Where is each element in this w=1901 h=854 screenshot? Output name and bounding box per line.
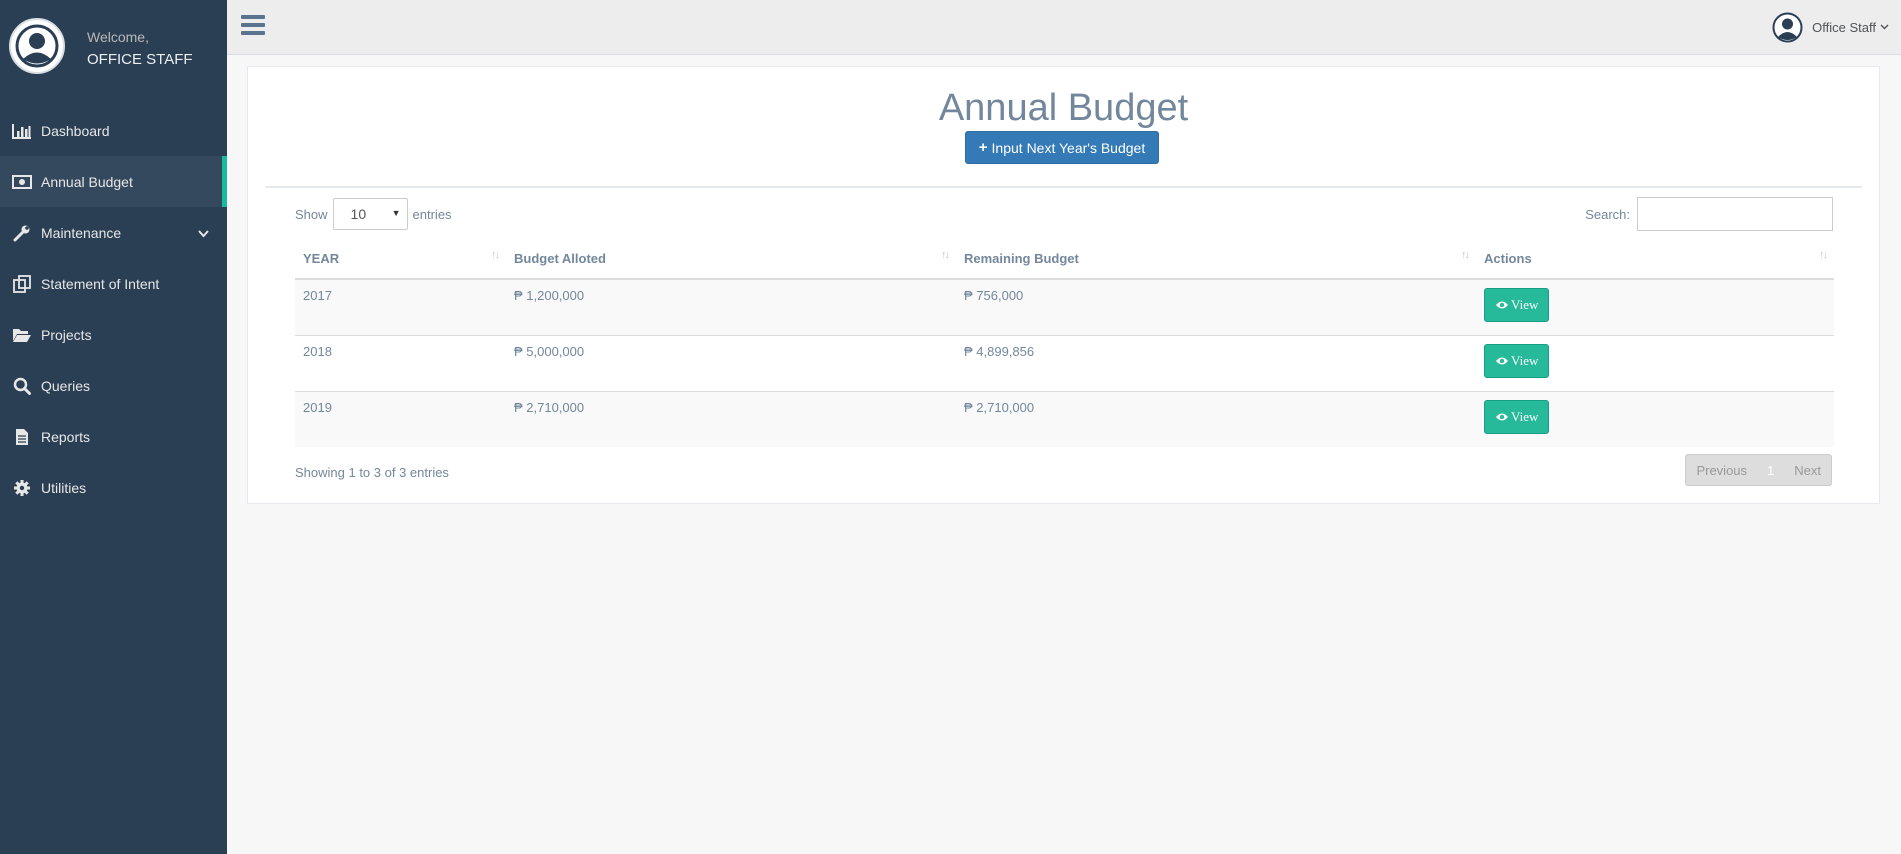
content-panel: Annual Budget + Input Next Year's Budget… [247,66,1880,504]
profile-block: Welcome, OFFICE STAFF [0,0,227,106]
view-button[interactable]: View [1484,399,1550,434]
sidebar-item-label: Dashboard [41,122,110,139]
user-avatar-icon [1772,12,1803,43]
table-row: 2017 ₱ 1,200,000 ₱ 756,000 View [295,278,1834,335]
bar-chart-icon [11,121,33,141]
col-header-year[interactable]: YEAR ↑↓ [295,239,506,280]
search-input[interactable] [1637,197,1833,231]
money-icon [11,172,33,192]
sidebar-item-reports[interactable]: Reports [0,411,227,462]
cell-year: 2017 [295,278,506,335]
eye-icon [1496,413,1508,420]
pagination-next[interactable]: Next [1784,455,1831,485]
sidebar-item-maintenance[interactable]: Maintenance [0,207,227,258]
table-search: Search: [1585,197,1833,231]
sidebar-item-label: Queries [41,377,91,394]
col-header-remaining-budget[interactable]: Remaining Budget ↑↓ [956,239,1476,280]
eye-icon [1496,357,1508,364]
sidebar: Welcome, OFFICE STAFF Dashboard Annual B… [0,0,227,854]
cell-year: 2018 [295,334,506,391]
top-navbar: Office Staff [227,0,1901,55]
clone-icon [11,274,33,294]
sort-icon: ↑↓ [1819,249,1828,261]
cell-actions: View [1476,278,1834,335]
gear-icon [11,478,33,498]
cell-year: 2019 [295,390,506,447]
table-header-row: YEAR ↑↓ Budget Alloted ↑↓ Remaining Budget… [295,239,1834,280]
page-title: Annual Budget [938,87,1189,129]
cell-actions: View [1476,334,1834,391]
sort-icon: ↑↓ [941,249,950,261]
view-button[interactable]: View [1484,288,1550,322]
table-info: Showing 1 to 3 of 3 entries [295,465,449,480]
user-avatar-icon [9,18,65,74]
pagination: Previous 1 Next [1685,454,1832,486]
user-name: Office Staff [1812,20,1876,35]
button-label: Input Next Year's Budget [991,139,1146,156]
table-row: 2018 ₱ 5,000,000 ₱ 4,899,856 View [295,334,1834,391]
view-label: View [1511,297,1539,312]
sidebar-item-label: Projects [41,326,92,343]
pagination-previous[interactable]: Previous [1686,455,1757,485]
entries-length-control: Show 10 ▼ entries [295,198,452,230]
sidebar-item-label: Statement of Intent [41,275,160,292]
search-label: Search: [1585,206,1630,222]
table-row: 2019 ₱ 2,710,000 ₱ 2,710,000 View [295,390,1834,447]
view-button[interactable]: View [1484,343,1550,378]
sidebar-item-annual-budget[interactable]: Annual Budget [0,156,227,207]
divider [265,186,1862,188]
sidebar-item-projects[interactable]: Projects [0,309,227,360]
cell-remaining-budget: ₱ 2,710,000 [956,390,1476,447]
welcome-text: Welcome, [87,29,149,45]
budget-table: YEAR ↑↓ Budget Alloted ↑↓ Remaining Budget… [295,239,1834,447]
col-header-budget-alloted[interactable]: Budget Alloted ↑↓ [506,239,956,280]
input-next-year-budget-button[interactable]: + Input Next Year's Budget [965,131,1159,164]
menu-toggle-icon[interactable] [241,15,265,37]
cell-remaining-budget: ₱ 756,000 [956,278,1476,335]
user-dropdown[interactable]: Office Staff [1772,12,1889,43]
sort-asc-icon: ↑↓ [491,249,500,261]
sidebar-item-label: Annual Budget [41,173,133,190]
chevron-down-icon [1880,22,1889,33]
cell-remaining-budget: ₱ 4,899,856 [956,334,1476,391]
sidebar-item-queries[interactable]: Queries [0,360,227,411]
cell-actions: View [1476,390,1834,447]
file-text-icon [11,427,33,447]
cell-budget-alloted: ₱ 2,710,000 [506,390,956,447]
profile-username: OFFICE STAFF [87,51,193,68]
view-label: View [1511,352,1539,368]
entries-label: entries [412,206,452,222]
cell-budget-alloted: ₱ 5,000,000 [506,334,956,391]
sidebar-item-statement-of-intent[interactable]: Statement of Intent [0,258,227,309]
dropdown-arrow-icon: ▼ [391,208,401,218]
sidebar-menu: Dashboard Annual Budget Maintenance Stat… [0,105,227,513]
sidebar-item-utilities[interactable]: Utilities [0,462,227,513]
col-header-actions[interactable]: Actions ↑↓ [1476,239,1834,280]
folder-open-icon [11,325,33,345]
entries-value: 10 [350,206,367,222]
pagination-page-1[interactable]: 1 [1757,455,1785,485]
chevron-down-icon [198,225,209,241]
sort-icon: ↑↓ [1461,249,1470,261]
entries-select[interactable]: 10 ▼ [332,198,408,230]
search-icon [11,376,33,396]
cell-budget-alloted: ₱ 1,200,000 [506,278,956,335]
view-label: View [1511,408,1539,424]
wrench-icon [11,223,33,243]
eye-icon [1496,301,1508,309]
sidebar-item-dashboard[interactable]: Dashboard [0,105,227,156]
sidebar-item-label: Maintenance [41,224,122,241]
plus-icon: + [978,139,988,156]
show-label: Show [295,206,328,222]
sidebar-item-label: Reports [41,428,91,445]
sidebar-item-label: Utilities [41,479,87,496]
